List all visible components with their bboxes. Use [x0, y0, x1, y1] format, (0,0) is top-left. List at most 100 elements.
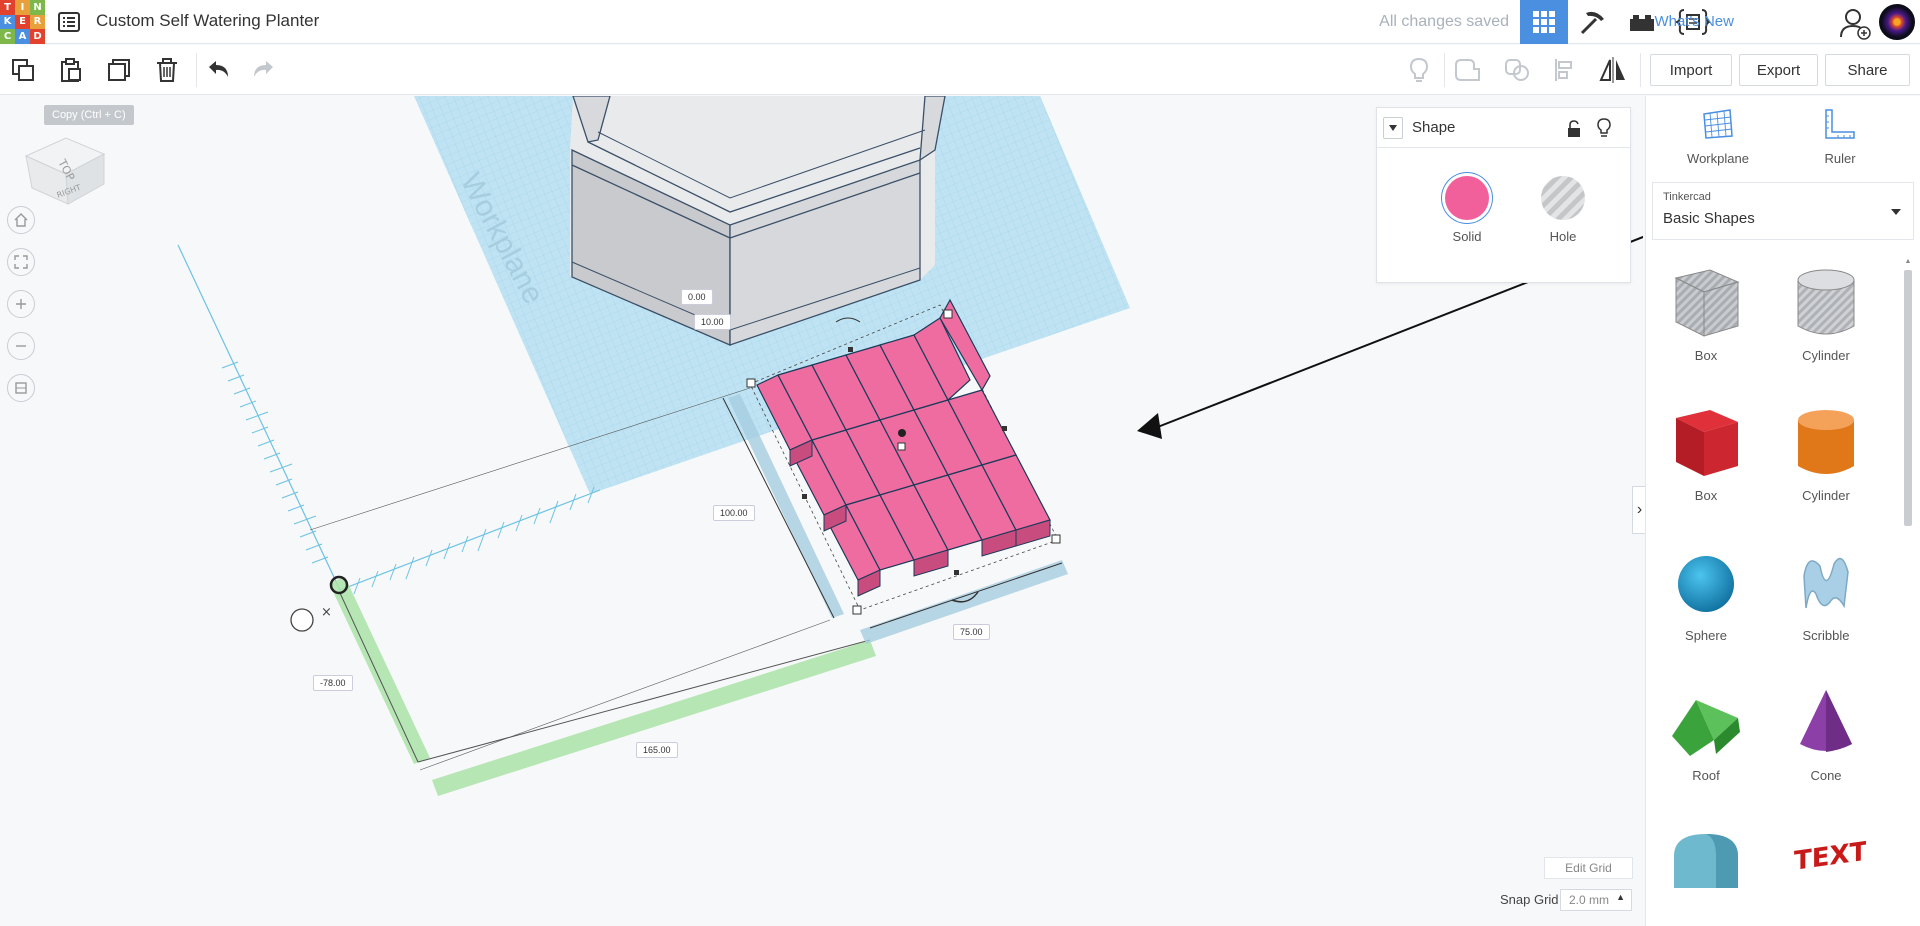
workplane-tool[interactable]: Workplane — [1668, 106, 1768, 166]
shape-box-hole[interactable]: Box — [1646, 256, 1766, 386]
mirror-icon — [1599, 57, 1625, 83]
logo-letter: A — [15, 29, 30, 44]
width-dimension[interactable]: 75.00 — [953, 624, 990, 640]
toolbar-divider — [196, 53, 197, 87]
delete-button[interactable] — [152, 55, 182, 85]
shape-cylinder-hole[interactable]: Cylinder — [1766, 256, 1886, 386]
viewcube[interactable]: TOP RIGHT — [22, 118, 112, 208]
lightbulb-icon — [1409, 57, 1429, 82]
lightbulb-icon[interactable] — [1596, 118, 1612, 138]
length-dimension[interactable]: 100.00 — [713, 505, 755, 521]
zoom-out-button[interactable] — [7, 332, 35, 360]
ruler-axis-x — [339, 489, 601, 591]
shape-cylinder[interactable]: Cylinder — [1766, 396, 1886, 526]
mirror-button[interactable] — [1598, 55, 1628, 85]
align-icon — [1555, 59, 1572, 81]
ruler-tool-label: Ruler — [1824, 151, 1856, 166]
hole-option[interactable]: Hole — [1533, 176, 1593, 244]
group-icon — [1455, 59, 1480, 81]
lock-icon[interactable] — [1566, 120, 1582, 138]
height-dimension[interactable]: 10.00 — [694, 314, 731, 330]
shape-label: Roof — [1692, 768, 1720, 783]
text-icon: TEXT — [1794, 837, 1866, 877]
redo-button[interactable] — [248, 55, 278, 85]
trash-icon — [157, 58, 177, 82]
shape-text[interactable]: TEXT — [1766, 816, 1886, 926]
hole-label: Hole — [1549, 229, 1577, 244]
solid-label: Solid — [1452, 229, 1482, 244]
svg-text:×: × — [321, 605, 332, 620]
show-notes-button[interactable] — [1404, 55, 1434, 85]
shape-label: Cone — [1810, 768, 1842, 783]
home-view-button[interactable] — [7, 206, 35, 234]
shape-roof[interactable]: Roof — [1646, 676, 1766, 806]
shape-inspector-header: Shape — [1377, 108, 1630, 148]
invite-user-button[interactable] — [1838, 6, 1872, 40]
shapes-panel: Workplane Ruler Tinkercad Basic Shapes B… — [1645, 96, 1920, 926]
share-button[interactable]: Share — [1825, 54, 1910, 86]
plus-icon — [16, 299, 26, 309]
design-list-button[interactable] — [57, 11, 81, 33]
shape-label: Cylinder — [1802, 488, 1850, 503]
align-button[interactable] — [1550, 55, 1580, 85]
x-offset-dimension[interactable]: 165.00 — [636, 742, 678, 758]
shape-cone[interactable]: Cone — [1766, 676, 1886, 806]
3d-design-view-button[interactable] — [1520, 0, 1568, 44]
workplane-tool-label: Workplane — [1687, 151, 1749, 166]
elevation-dimension[interactable]: 0.00 — [681, 289, 713, 305]
shape-sphere[interactable]: Sphere — [1646, 536, 1766, 666]
ortho-view-button[interactable] — [7, 374, 35, 402]
snap-grid-select[interactable]: 2.0 mm ▲ — [1560, 889, 1632, 911]
user-avatar[interactable] — [1877, 2, 1917, 42]
save-status: All changes saved — [1379, 13, 1509, 30]
shape-inspector: Shape Solid Hole — [1376, 107, 1631, 283]
shape-library-select[interactable]: Tinkercad Basic Shapes — [1652, 182, 1914, 240]
shape-scribble[interactable]: Scribble — [1766, 536, 1886, 666]
paste-button[interactable] — [56, 55, 86, 85]
solid-option[interactable]: Solid — [1437, 176, 1497, 244]
duplicate-button[interactable] — [104, 55, 134, 85]
collapse-shapes-panel-button[interactable]: › — [1632, 486, 1646, 534]
whats-new-link[interactable]: What's New — [1654, 13, 1734, 30]
undo-icon — [209, 61, 228, 77]
copy-button[interactable] — [8, 55, 38, 85]
workplane-icon — [1703, 109, 1733, 139]
shapes-scrollbar[interactable] — [1904, 270, 1912, 526]
shape-round-roof[interactable] — [1646, 816, 1766, 926]
ruler-icon — [1825, 109, 1855, 139]
collapse-inspector-button[interactable] — [1383, 117, 1403, 139]
logo-letter: I — [15, 0, 30, 15]
tinkercad-logo[interactable]: T I N K E R C A D — [0, 0, 45, 44]
ungroup-button[interactable] — [1502, 55, 1532, 85]
undo-button[interactable] — [204, 55, 234, 85]
ruler-tool[interactable]: Ruler — [1790, 106, 1890, 166]
import-button[interactable]: Import — [1650, 54, 1732, 86]
ruler-ticks — [221, 361, 595, 595]
shape-label: Scribble — [1802, 628, 1850, 643]
shape-label: Cylinder — [1802, 348, 1850, 363]
library-name: Basic Shapes — [1663, 210, 1755, 227]
sphere-icon — [1678, 556, 1734, 612]
cylinder-hole-icon — [1797, 269, 1855, 335]
logo-letter: E — [15, 14, 30, 30]
hole-swatch[interactable] — [1541, 176, 1585, 220]
shape-box[interactable]: Box — [1646, 396, 1766, 526]
export-button[interactable]: Export — [1739, 54, 1818, 86]
zoom-in-button[interactable] — [7, 290, 35, 318]
solid-swatch[interactable] — [1445, 176, 1489, 220]
scroll-up-icon[interactable]: ▲ — [1904, 258, 1912, 266]
chevron-right-icon: › — [1636, 501, 1643, 518]
fit-view-button[interactable] — [7, 248, 35, 276]
y-offset-dimension[interactable]: -78.00 — [313, 675, 353, 691]
minecraft-view-button[interactable] — [1569, 0, 1617, 44]
edit-grid-button[interactable]: Edit Grid — [1544, 857, 1633, 879]
perspective-icon — [15, 382, 27, 394]
shape-label: Box — [1694, 348, 1718, 363]
caret-up-icon: ▲ — [1616, 892, 1625, 902]
brick-icon — [1630, 15, 1654, 31]
copy-tooltip: Copy (Ctrl + C) — [44, 105, 134, 125]
group-button[interactable] — [1452, 55, 1482, 85]
ruler-toggle-icon — [290, 608, 314, 632]
snap-grid-label: Snap Grid — [1500, 892, 1559, 907]
design-title[interactable]: Custom Self Watering Planter — [96, 11, 319, 31]
